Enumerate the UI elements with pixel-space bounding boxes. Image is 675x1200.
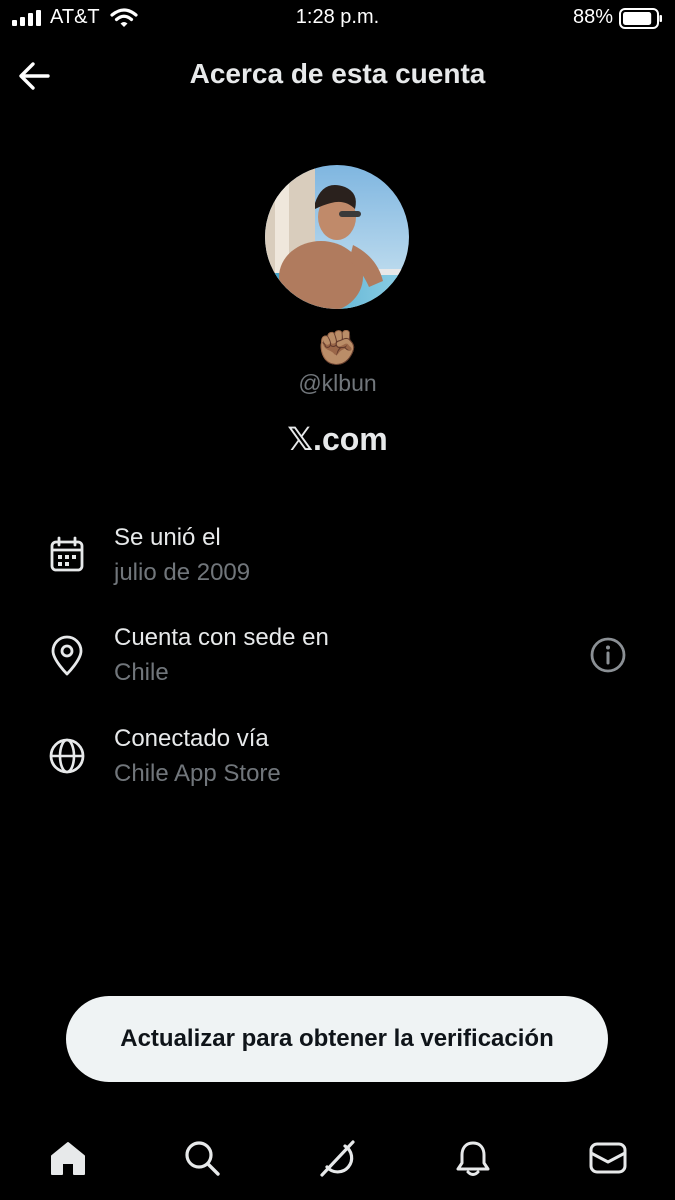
grok-icon <box>320 1140 355 1177</box>
connected-value: Chile App Store <box>114 760 281 787</box>
brand-label: 𝕏.com <box>287 421 388 457</box>
home-icon <box>51 1142 85 1175</box>
joined-title: Se unió el <box>114 524 221 551</box>
nav-grok[interactable] <box>309 1130 365 1186</box>
avatar[interactable] <box>265 165 409 309</box>
bell-icon <box>456 1141 490 1176</box>
globe-icon <box>49 738 85 774</box>
mail-icon <box>589 1142 627 1174</box>
battery-icon <box>619 8 662 29</box>
nav-notifications[interactable] <box>445 1130 501 1186</box>
location-title: Cuenta con sede en <box>114 624 329 651</box>
nav-home[interactable] <box>40 1130 96 1186</box>
connected-title: Conectado vía <box>114 725 269 752</box>
location-value: Chile <box>114 659 169 686</box>
get-verified-button[interactable]: Actualizar para obtener la verificación <box>66 996 608 1082</box>
location-pin-icon <box>51 635 83 676</box>
nav-search[interactable] <box>174 1130 230 1186</box>
info-icon[interactable] <box>586 633 630 677</box>
joined-value: julio de 2009 <box>114 559 251 586</box>
search-icon <box>185 1141 220 1176</box>
calendar-icon <box>50 536 84 572</box>
battery-percentage: 88% <box>572 6 613 28</box>
nav-messages[interactable] <box>580 1130 636 1186</box>
profile-emoji: ✊🏽 <box>316 329 359 367</box>
page-title: Acerca de esta cuenta <box>189 58 486 89</box>
user-handle: @klbun <box>298 370 377 396</box>
